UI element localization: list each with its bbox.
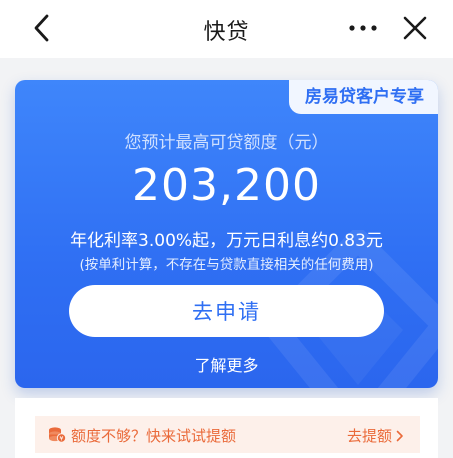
apply-button[interactable]: 去申请 <box>69 285 384 337</box>
customer-exclusive-tag: 房易贷客户专享 <box>289 80 438 114</box>
credit-limit-label: 您预计最高可贷额度（元） <box>124 133 329 153</box>
close-icon[interactable] <box>402 14 428 42</box>
raise-limit-action[interactable]: 去提额 <box>347 425 404 446</box>
learn-more-link[interactable]: 了解更多 <box>15 352 438 376</box>
raise-limit-banner[interactable]: ¥ 额度不够？快来试试提额 去提额 <box>35 416 420 453</box>
interest-rate-text: 年化利率3.00%起，万元日利息约0.83元 <box>70 231 383 251</box>
credit-limit-amount: 203,200 <box>132 160 321 211</box>
top-navbar: 快贷 <box>0 0 453 58</box>
loan-offer-card: 房易贷客户专享 您预计最高可贷额度（元） 203,200 年化利率3.00%起，… <box>15 80 438 388</box>
page-title: 快贷 <box>203 20 250 45</box>
raise-limit-text: 额度不够？快来试试提额 <box>71 427 237 445</box>
chevron-right-icon <box>396 430 403 442</box>
interest-note: (按单利计算，不存在与贷款直接相关的任何费用) <box>79 257 374 273</box>
coins-icon: ¥ <box>49 427 66 443</box>
more-dots-icon[interactable] <box>348 18 378 38</box>
svg-text:¥: ¥ <box>59 435 63 443</box>
bottom-panel: ¥ 额度不够？快来试试提额 去提额 <box>15 398 438 458</box>
raise-limit-action-label: 去提额 <box>346 427 392 445</box>
